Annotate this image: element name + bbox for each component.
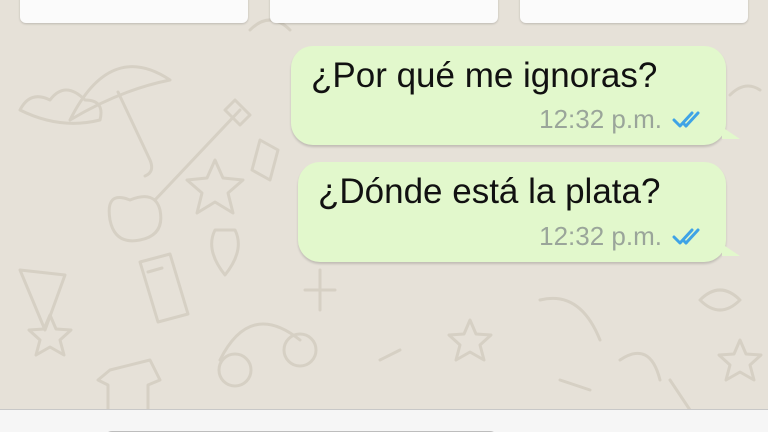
message-meta: 12:32 p.m. (539, 104, 708, 135)
chat-screen: ¿Por qué me ignoras? 12:32 p.m. ¿Dónde e… (0, 0, 768, 432)
top-button-2[interactable] (270, 0, 498, 23)
message-timestamp: 12:32 p.m. (539, 104, 662, 134)
message-text: ¿Dónde está la plata? (318, 172, 661, 211)
message-timestamp: 12:32 p.m. (539, 221, 662, 251)
double-check-icon (672, 111, 700, 127)
outgoing-message-bubble[interactable]: ¿Dónde está la plata? 12:32 p.m. (298, 162, 740, 262)
message-meta: 12:32 p.m. (539, 221, 708, 252)
message-input-bar (0, 409, 768, 432)
bubble-tail (722, 244, 740, 256)
message-text: ¿Por qué me ignoras? (311, 56, 658, 95)
top-button-3[interactable] (520, 0, 748, 23)
bubble-tail (722, 127, 740, 139)
outgoing-message-bubble[interactable]: ¿Por qué me ignoras? 12:32 p.m. (291, 46, 740, 145)
top-button-1[interactable] (20, 0, 248, 23)
double-check-icon (672, 228, 700, 244)
